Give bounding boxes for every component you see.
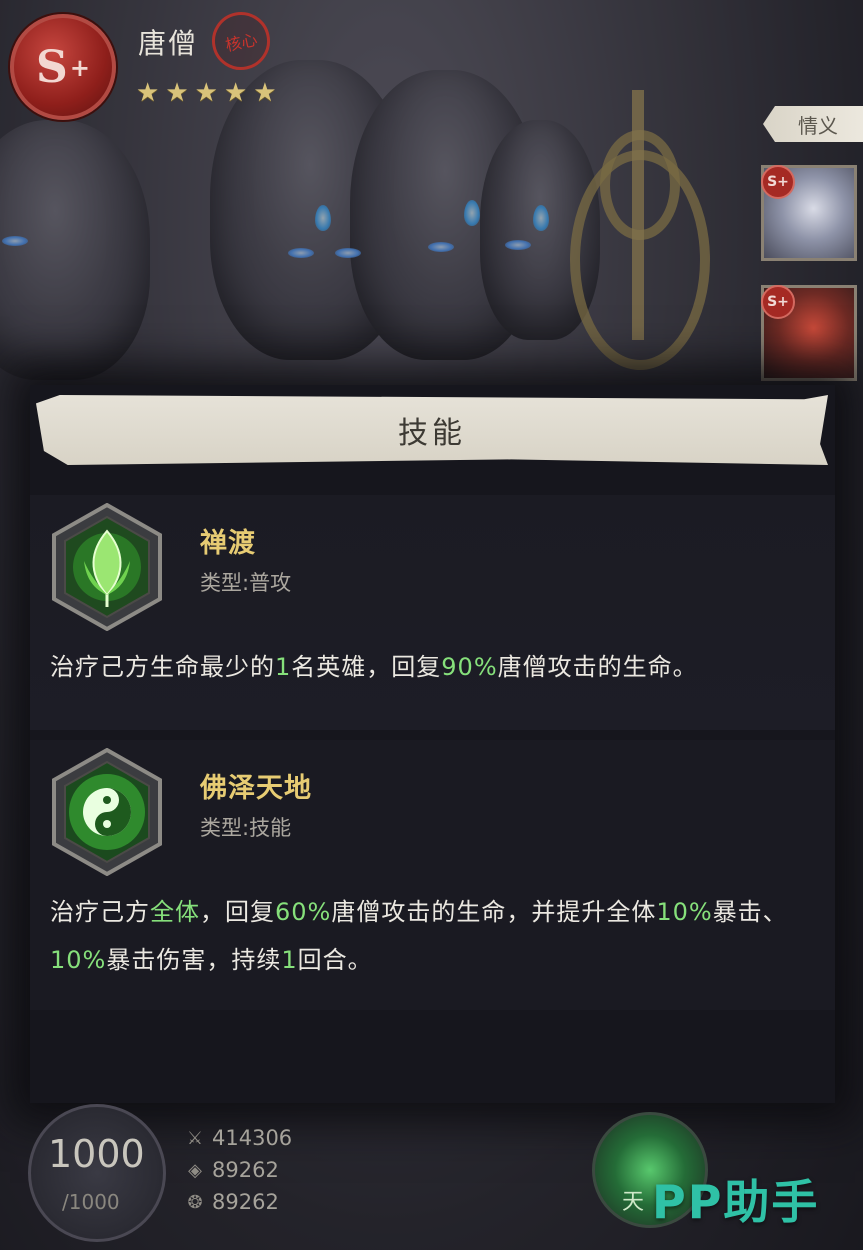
highlight-value: 1 xyxy=(281,946,298,974)
companion-portrait[interactable]: S+ xyxy=(761,285,857,381)
skill-description: 治疗己方生命最少的1名英雄，回复90%唐僧攻击的生命。 xyxy=(50,643,830,691)
bond-tab[interactable]: 情义 xyxy=(763,106,863,142)
attack-icon: ⚔ xyxy=(186,1127,204,1149)
highlight-value: 1 xyxy=(275,653,292,681)
lotus-leaf-icon xyxy=(52,503,162,631)
pp-assistant-watermark: PP助手 xyxy=(652,1175,820,1229)
portrait-grade-badge: S+ xyxy=(761,285,795,319)
skill-entry: 佛泽天地 类型:技能 治疗己方全体，回复60%唐僧攻击的生命，并提升全体10%暴… xyxy=(30,740,835,1010)
portrait-grade-badge: S+ xyxy=(761,165,795,199)
star-icon: ★ xyxy=(165,78,189,108)
grade-badge: S + xyxy=(10,14,116,120)
health-value: 89262 xyxy=(212,1190,279,1214)
star-icon: ★ xyxy=(194,78,218,108)
desc-text: 暴击伤害，持续 xyxy=(106,946,282,974)
companion-portrait[interactable]: S+ xyxy=(761,165,857,261)
desc-text: ，回复 xyxy=(200,898,275,926)
skill-name: 禅渡 xyxy=(200,528,256,559)
defense-value: 89262 xyxy=(212,1158,279,1182)
star-icon: ★ xyxy=(136,78,160,108)
desc-text: 治疗己方 xyxy=(50,898,150,926)
hero-name: 唐僧 xyxy=(138,27,199,60)
skill-description: 治疗己方全体，回复60%唐僧攻击的生命，并提升全体10%暴击、10%暴击伤害，持… xyxy=(50,888,830,984)
dialog-header-banner: 技能 xyxy=(36,395,828,465)
skill-dialog: 技能 禅渡 类型:普攻 治疗己方生命最少的1名英雄，回复90%唐僧攻击的生命。 … xyxy=(30,385,835,1103)
desc-text: 暴击、 xyxy=(712,898,788,926)
star-rating: ★ ★ ★ ★ ★ xyxy=(136,80,277,106)
highlight-value: 90% xyxy=(441,653,498,681)
grade-plus: + xyxy=(69,52,90,82)
highlight-value: 全体 xyxy=(150,898,200,926)
energy-max: /1000 xyxy=(62,1190,120,1214)
desc-text: 回合。 xyxy=(297,946,373,974)
attack-value: 414306 xyxy=(212,1126,293,1150)
attack-stat: ⚔ 414306 xyxy=(184,1126,292,1150)
energy-value: 1000 xyxy=(48,1132,145,1176)
desc-text: 治疗己方生命最少的 xyxy=(50,653,275,681)
skill-type: 类型:普攻 xyxy=(200,571,292,595)
defense-icon: ◈ xyxy=(188,1159,202,1181)
grade-letter: S xyxy=(36,41,68,93)
health-stat: ❂ 89262 xyxy=(184,1190,279,1214)
dialog-title: 技能 xyxy=(398,416,466,451)
yin-yang-icon xyxy=(52,748,162,876)
skill-orb-label: 天 xyxy=(622,1190,645,1215)
desc-text: 名英雄，回复 xyxy=(291,653,442,681)
highlight-value: 10% xyxy=(50,946,107,974)
star-icon: ★ xyxy=(253,78,277,108)
highlight-value: 60% xyxy=(275,898,332,926)
desc-text: 唐僧攻击的生命，并提升全体 xyxy=(331,898,657,926)
desc-text: 唐僧攻击的生命。 xyxy=(497,653,698,681)
health-icon: ❂ xyxy=(187,1191,203,1213)
skill-type: 类型:技能 xyxy=(200,816,292,840)
highlight-value: 10% xyxy=(656,898,713,926)
skill-name: 佛泽天地 xyxy=(200,773,312,804)
skill-entry: 禅渡 类型:普攻 治疗己方生命最少的1名英雄，回复90%唐僧攻击的生命。 xyxy=(30,495,835,730)
star-icon: ★ xyxy=(223,78,248,108)
defense-stat: ◈ 89262 xyxy=(184,1158,279,1182)
